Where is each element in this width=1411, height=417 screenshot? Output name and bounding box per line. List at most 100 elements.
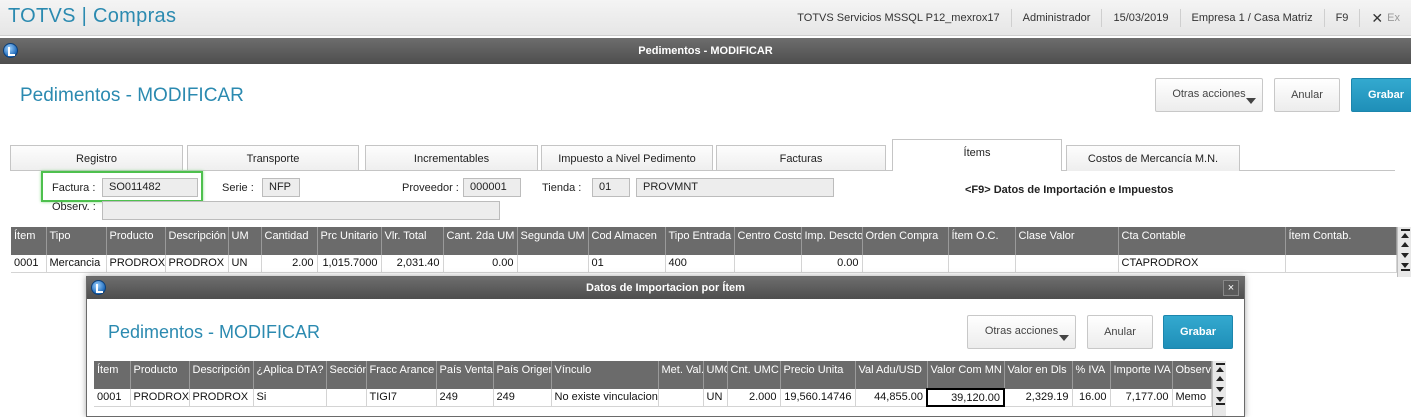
table-cell[interactable]: [734, 255, 802, 273]
scroll-bottom-icon[interactable]: [1399, 262, 1410, 271]
items-grid-scrollbar[interactable]: [1397, 227, 1411, 277]
user-info[interactable]: Administrador: [1010, 9, 1102, 27]
column-header[interactable]: Centro Costo: [734, 227, 802, 255]
table-cell[interactable]: No existe vinculacion: [551, 389, 659, 407]
table-cell[interactable]: Si: [253, 389, 327, 407]
tienda-field[interactable]: 01: [592, 178, 630, 197]
column-header[interactable]: % IVA: [1072, 361, 1111, 389]
column-header[interactable]: País Origen: [493, 361, 552, 389]
table-cell[interactable]: 400: [665, 255, 735, 273]
scroll-down-icon[interactable]: [1214, 385, 1225, 394]
table-row[interactable]: 0001 PRODROX PRODROX Si TIGI7 249 249 No existe…: [94, 388, 1212, 407]
server-info[interactable]: TOTVS Servicios MSSQL P12_mexrox17: [786, 9, 1010, 27]
more-actions-button[interactable]: Otras acciones: [1155, 78, 1263, 112]
serie-field[interactable]: NFP: [262, 178, 300, 197]
column-header[interactable]: Importe IVA: [1110, 361, 1173, 389]
table-cell[interactable]: CTAPRODROX: [1118, 255, 1286, 273]
dialog-close-icon[interactable]: ×: [1223, 280, 1239, 296]
company-info[interactable]: Empresa 1 / Casa Matriz: [1179, 9, 1324, 27]
tab-impuesto-nivel-pedimento[interactable]: Impuesto a Nivel Pedimento: [541, 145, 713, 171]
table-cell[interactable]: 249: [436, 389, 494, 407]
column-header[interactable]: UMC: [703, 361, 728, 389]
scroll-top-icon[interactable]: [1214, 363, 1225, 372]
column-header[interactable]: Producto: [130, 361, 190, 389]
column-header[interactable]: Ítem: [94, 361, 131, 389]
column-header[interactable]: Orden Compra: [862, 227, 949, 255]
table-cell[interactable]: TIGI7: [366, 389, 437, 407]
column-header[interactable]: Vínculo: [551, 361, 659, 389]
column-header[interactable]: Met. Val.: [658, 361, 704, 389]
column-header[interactable]: Descripción: [189, 361, 254, 389]
date-info[interactable]: 15/03/2019: [1101, 9, 1179, 27]
column-header[interactable]: País Venta: [436, 361, 494, 389]
dialog-more-actions-button[interactable]: Otras acciones: [967, 315, 1076, 349]
scroll-up-icon[interactable]: [1214, 374, 1225, 383]
dialog-grid-scrollbar[interactable]: [1212, 361, 1226, 416]
table-cell[interactable]: 39,120.00: [926, 388, 1005, 407]
help-key-button[interactable]: F9: [1323, 9, 1360, 27]
table-cell[interactable]: Memo: [1172, 389, 1212, 407]
table-cell[interactable]: 2.00: [261, 255, 318, 273]
column-header[interactable]: Cant. 2da UM: [443, 227, 518, 255]
tab-costos-mercancia[interactable]: Costos de Mercancía M.N.: [1066, 145, 1240, 171]
table-cell[interactable]: 7,177.00: [1110, 389, 1173, 407]
tab-items[interactable]: Ítems: [892, 139, 1062, 171]
column-header[interactable]: Cnt. UMC: [727, 361, 781, 389]
table-cell[interactable]: [326, 389, 367, 407]
items-grid[interactable]: Ítem Tipo Producto Descripción UM Cantidad Prc…: [11, 227, 1397, 273]
column-header[interactable]: Valor Com MN: [927, 361, 1005, 389]
table-cell[interactable]: [517, 255, 589, 273]
table-cell[interactable]: 0001: [94, 389, 131, 407]
save-button[interactable]: Grabar: [1351, 78, 1411, 112]
column-header[interactable]: Ítem Contab.: [1285, 227, 1397, 255]
table-cell[interactable]: 0001: [11, 255, 47, 273]
table-cell[interactable]: PRODROX: [189, 389, 254, 407]
scroll-down-icon[interactable]: [1399, 251, 1410, 260]
scroll-top-icon[interactable]: [1399, 229, 1410, 238]
tab-registro[interactable]: Registro: [10, 145, 183, 171]
import-data-dialog[interactable]: Datos de Importacion por Ítem × Pediment…: [86, 276, 1245, 417]
cancel-button[interactable]: Anular: [1274, 78, 1340, 112]
column-header[interactable]: Fracc Arance: [366, 361, 437, 389]
column-header[interactable]: Vlr. Total: [381, 227, 444, 255]
close-icon[interactable]: ✕: [1359, 9, 1387, 27]
column-header[interactable]: Precio Unita: [780, 361, 856, 389]
table-cell[interactable]: [862, 255, 949, 273]
scroll-up-icon[interactable]: [1399, 240, 1410, 249]
column-header[interactable]: UM: [228, 227, 262, 255]
dialog-cancel-button[interactable]: Anular: [1087, 315, 1153, 349]
scroll-bottom-icon[interactable]: [1214, 396, 1225, 405]
import-data-grid[interactable]: Ítem Producto Descripción ¿Aplica DTA? Secci…: [94, 361, 1212, 407]
table-cell[interactable]: UN: [703, 389, 728, 407]
dialog-titlebar[interactable]: Datos de Importacion por Ítem: [87, 277, 1244, 299]
table-cell[interactable]: PRODROX: [165, 255, 229, 273]
tienda-name-field[interactable]: PROVMNT: [636, 178, 834, 197]
column-header[interactable]: ¿Aplica DTA?: [253, 361, 327, 389]
column-header[interactable]: Producto: [106, 227, 166, 255]
table-cell[interactable]: PRODROX: [130, 389, 190, 407]
table-cell[interactable]: 19,560.14746: [780, 389, 856, 407]
column-header[interactable]: Prc Unitario: [317, 227, 382, 255]
table-cell[interactable]: 2.000: [727, 389, 781, 407]
column-header[interactable]: Val Adu/USD: [855, 361, 928, 389]
column-header[interactable]: Descripción: [165, 227, 229, 255]
table-cell[interactable]: PRODROX: [106, 255, 166, 273]
proveedor-field[interactable]: 000001: [463, 178, 521, 197]
column-header[interactable]: Cod Almacen: [588, 227, 666, 255]
table-cell[interactable]: 0.00: [801, 255, 863, 273]
column-header[interactable]: Tipo Entrada: [665, 227, 735, 255]
column-header[interactable]: Cta Contable: [1118, 227, 1286, 255]
table-cell[interactable]: 1,015.7000: [317, 255, 382, 273]
tab-transporte[interactable]: Transporte: [187, 145, 359, 171]
table-cell[interactable]: 16.00: [1072, 389, 1111, 407]
column-header[interactable]: Imp. Descto.: [801, 227, 863, 255]
table-cell[interactable]: 249: [493, 389, 552, 407]
observ-field[interactable]: [102, 201, 500, 220]
column-header[interactable]: Tipo: [46, 227, 107, 255]
table-cell[interactable]: [658, 389, 704, 407]
table-cell[interactable]: 01: [588, 255, 666, 273]
tab-facturas[interactable]: Facturas: [716, 145, 886, 171]
table-cell[interactable]: 44,855.00: [855, 389, 928, 407]
column-header[interactable]: Segunda UM: [517, 227, 589, 255]
column-header[interactable]: Ítem: [11, 227, 47, 255]
